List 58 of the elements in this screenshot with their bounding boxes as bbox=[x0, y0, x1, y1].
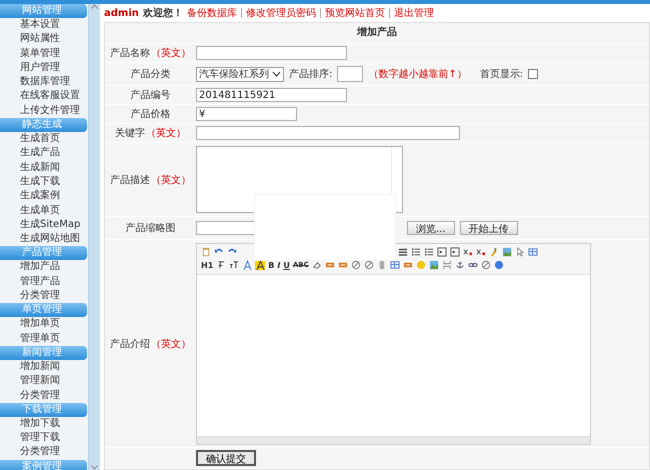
sidebar-item[interactable]: 管理下载 bbox=[0, 431, 88, 446]
sidebar-item[interactable]: 生成首页 bbox=[0, 132, 88, 146]
english-note: （英文） bbox=[151, 46, 191, 60]
sidebar-item[interactable]: 生成网站地图 bbox=[0, 232, 88, 246]
sidebar-item[interactable]: 分类管理 bbox=[0, 445, 88, 460]
sidebar-item[interactable]: 生成案例 bbox=[0, 189, 88, 204]
sidebar-item[interactable]: 分类管理 bbox=[0, 388, 88, 403]
english-note: （英文） bbox=[146, 126, 186, 140]
category-dropdown[interactable]: 汽车保险杠系列 bbox=[196, 66, 284, 82]
sidebar-item[interactable]: 在线客服设置 bbox=[0, 89, 88, 104]
english-note: （英文） bbox=[151, 338, 191, 350]
field-label: 产品名称 bbox=[110, 46, 150, 60]
text-field[interactable]: 201481115921 bbox=[196, 88, 347, 102]
sidebar-item[interactable]: 网站属性 bbox=[0, 32, 88, 47]
header-link[interactable]: 预览网站首页 bbox=[324, 6, 385, 20]
sidebar-item[interactable]: 数据库管理 bbox=[0, 75, 88, 90]
field-label: 产品介绍 bbox=[110, 338, 150, 350]
sidebar-item[interactable]: 菜单管理 bbox=[0, 46, 88, 61]
text-field[interactable]: ¥ bbox=[196, 107, 297, 121]
header-link[interactable]: 退出管理 bbox=[394, 6, 434, 20]
sidebar-item[interactable]: 增加下载 bbox=[0, 416, 88, 432]
header-link[interactable]: 修改管理员密码 bbox=[246, 6, 316, 20]
sidebar-item[interactable]: 增加新闻 bbox=[0, 360, 88, 374]
header-link[interactable]: 备份数据库 bbox=[186, 6, 237, 20]
sidebar-item[interactable]: 增加单页 bbox=[0, 317, 88, 332]
sidebar-item[interactable]: 生成SiteMap bbox=[0, 218, 88, 232]
field-label: 产品描述 bbox=[110, 174, 150, 186]
sort-label: 产品排序: bbox=[289, 68, 332, 81]
greeting: 欢迎您！ bbox=[142, 6, 183, 20]
field-label: 产品缩略图 bbox=[126, 222, 176, 235]
sort-hint: （数字越小越靠前↑） bbox=[368, 68, 467, 81]
field-label: 关键字 bbox=[115, 126, 145, 140]
sidebar-item[interactable]: 管理新闻 bbox=[0, 374, 88, 389]
sidebar-item[interactable]: 管理产品 bbox=[0, 274, 88, 290]
sidebar-item[interactable]: 分类管理 bbox=[0, 289, 88, 304]
upload-button[interactable]: 浏览... bbox=[407, 221, 455, 235]
sidebar-item[interactable]: 上传文件管理 bbox=[0, 104, 88, 118]
sidebar-item[interactable]: 生成单页 bbox=[0, 204, 88, 218]
homepage-label: 首页显示: bbox=[480, 68, 524, 81]
submit-button[interactable]: 确认提交 bbox=[196, 450, 256, 466]
sidebar-item[interactable]: 基本设置 bbox=[0, 18, 88, 32]
sidebar-item[interactable]: 用户管理 bbox=[0, 60, 88, 76]
sidebar-item[interactable]: 生成产品 bbox=[0, 146, 88, 161]
field-label: 产品分类 bbox=[130, 68, 170, 81]
english-note: （英文） bbox=[151, 174, 191, 186]
heading-button[interactable]: H1 bbox=[201, 260, 214, 270]
sidebar-item[interactable]: 增加产品 bbox=[0, 260, 88, 275]
field-label: 产品价格 bbox=[130, 108, 170, 121]
username: admin bbox=[104, 8, 139, 18]
sidebar-item[interactable]: 生成下载 bbox=[0, 174, 88, 190]
italic-button[interactable]: I bbox=[277, 260, 280, 270]
field-label: 产品编号 bbox=[130, 88, 170, 102]
form-title: 增加产品 bbox=[105, 23, 649, 44]
sidebar-item[interactable]: 管理单页 bbox=[0, 332, 88, 346]
bold-button[interactable]: B bbox=[268, 260, 274, 270]
underline-button[interactable]: U bbox=[283, 260, 290, 270]
sidebar-item[interactable]: 生成新闻 bbox=[0, 160, 88, 175]
upload-button[interactable]: 开始上传 bbox=[460, 221, 518, 235]
